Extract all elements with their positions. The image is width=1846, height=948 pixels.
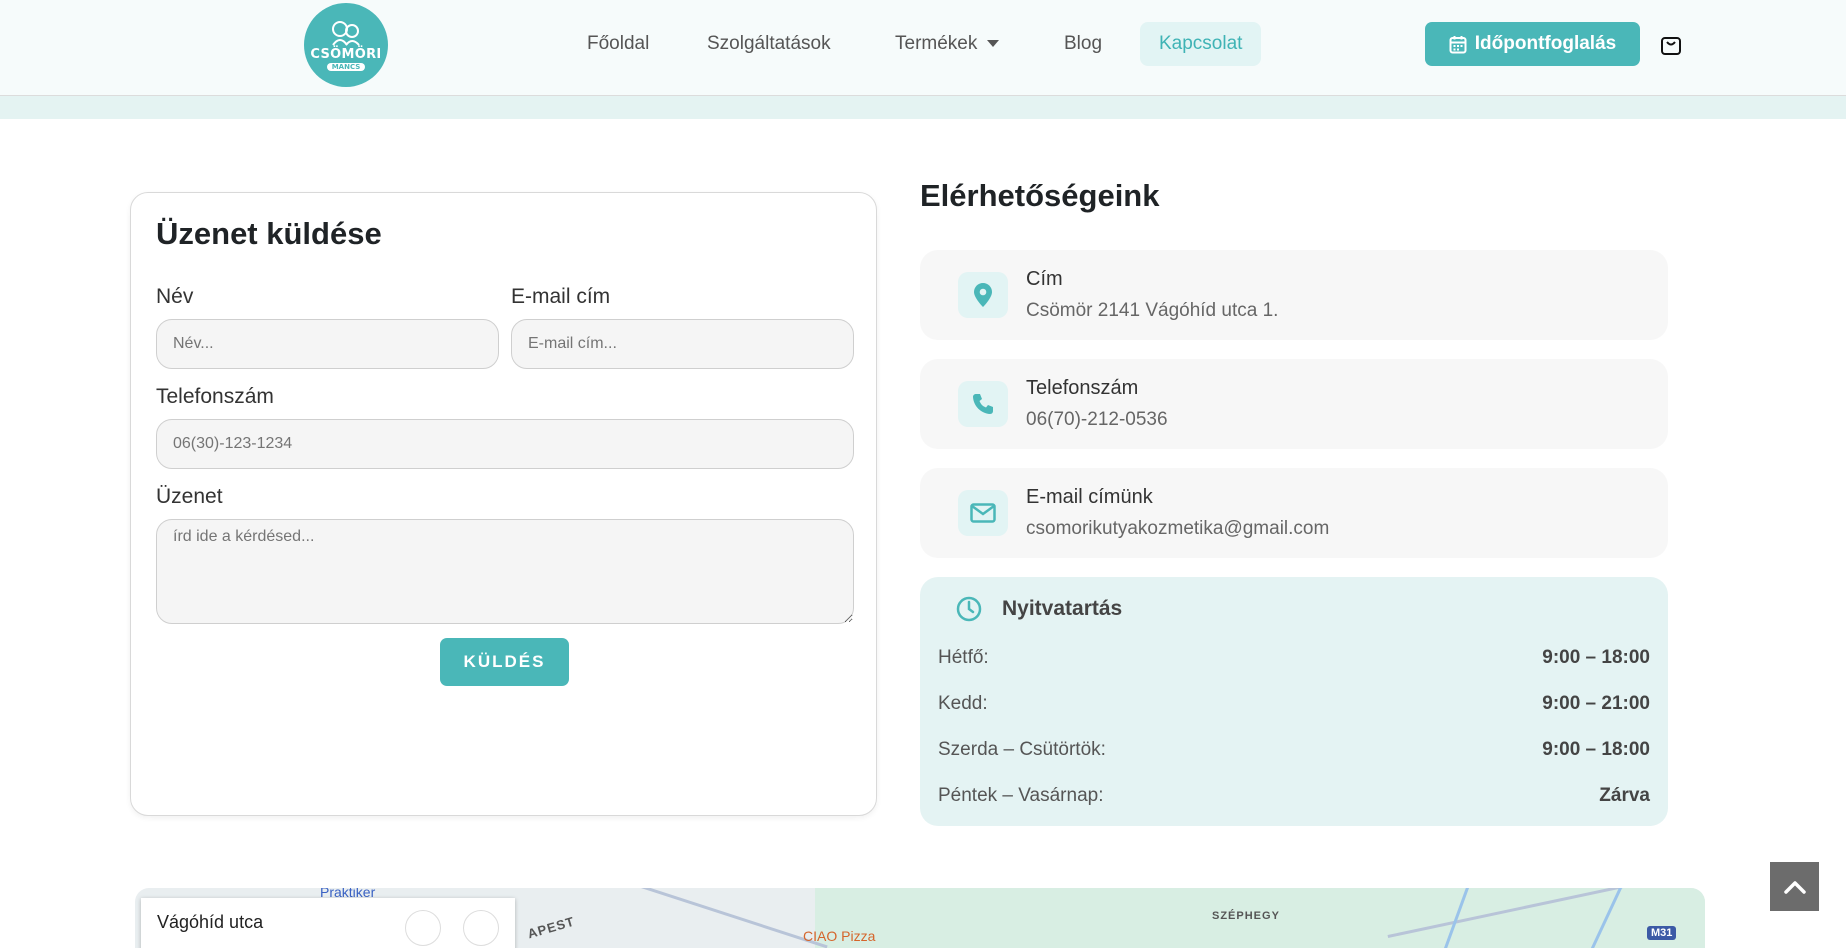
nav-item-termekek[interactable]: Termékek <box>895 22 1000 66</box>
phone-info-label: Telefonszám <box>1026 377 1139 399</box>
hours-day: Kedd: <box>938 693 988 714</box>
hours-time: 9:00 – 21:00 <box>1542 693 1650 714</box>
location-pin-icon <box>958 272 1008 318</box>
message-label: Üzenet <box>156 485 223 508</box>
booking-button-label: Időpontfoglalás <box>1474 33 1617 54</box>
clock-icon <box>956 596 982 622</box>
hours-title: Nyitvatartás <box>1002 597 1123 620</box>
opening-hours-card: Nyitvatartás Hétfő: 9:00 – 18:00 Kedd: 9… <box>920 577 1668 826</box>
phone-icon <box>958 381 1008 427</box>
map-label-szephegy: SZÉPHEGY <box>1212 910 1280 922</box>
email-input[interactable] <box>511 319 854 369</box>
scroll-to-top-button[interactable] <box>1770 862 1819 911</box>
hours-time: 9:00 – 18:00 <box>1542 647 1650 668</box>
hours-day: Hétfő: <box>938 647 989 668</box>
map-label-m31: M31 <box>1647 926 1677 940</box>
nav-item-blog[interactable]: Blog <box>1064 22 1102 66</box>
map-place-panel: Vágóhíd utca <box>141 898 515 948</box>
map-label-ciao-pizza: CIAO Pizza <box>803 928 876 944</box>
email-card: E-mail címünk csomorikutyakozmetika@gmai… <box>920 468 1668 558</box>
nav-item-termekek-label: Termékek <box>895 33 978 54</box>
shopping-bag-icon[interactable] <box>1660 32 1682 56</box>
logo[interactable]: CSÖMÖRI MANCS <box>304 3 388 87</box>
contact-title: Elérhetőségeink <box>920 178 1160 213</box>
booking-button[interactable]: Időpontfoglalás <box>1425 22 1640 66</box>
email-info-value[interactable]: csomorikutyakozmetika@gmail.com <box>1026 518 1329 540</box>
nav-item-fooldal[interactable]: Főoldal <box>587 22 649 66</box>
phone-card: Telefonszám 06(70)-212-0536 <box>920 359 1668 449</box>
hours-day: Szerda – Csütörtök: <box>938 739 1106 760</box>
address-label: Cím <box>1026 268 1063 290</box>
map-place-title: Vágóhíd utca <box>157 912 264 932</box>
hours-day: Péntek – Vasárnap: <box>938 785 1104 806</box>
header-accent-strip <box>0 96 1846 119</box>
nav-item-szolgaltatasok[interactable]: Szolgáltatások <box>707 22 831 66</box>
chevron-up-icon <box>1783 880 1806 894</box>
form-title: Üzenet küldése <box>156 216 382 251</box>
site-header: CSÖMÖRI MANCS Főoldal Szolgáltatások Ter… <box>0 0 1846 96</box>
contact-form-card: Üzenet küldése Név E-mail cím Telefonszá… <box>130 192 877 816</box>
nav-item-kapcsolat[interactable]: Kapcsolat <box>1140 22 1262 66</box>
address-value: Csömör 2141 Vágóhíd utca 1. <box>1026 300 1279 321</box>
logo-subtext: MANCS <box>326 62 366 71</box>
directions-icon[interactable] <box>463 910 499 946</box>
hours-time: 9:00 – 18:00 <box>1542 739 1650 760</box>
pet-silhouette-icon <box>332 20 360 46</box>
logo-text: CSÖMÖRI <box>310 46 382 62</box>
map-label-budapest: APEST <box>525 913 577 942</box>
email-info-label: E-mail címünk <box>1026 486 1153 508</box>
envelope-icon <box>958 490 1008 536</box>
google-map[interactable]: Praktiker APEST CIAO Pizza SZÉPHEGY M31 … <box>135 888 1705 948</box>
send-button[interactable]: KÜLDÉS <box>440 638 569 686</box>
hours-time: Zárva <box>1599 785 1650 806</box>
address-card: Cím Csömör 2141 Vágóhíd utca 1. <box>920 250 1668 340</box>
phone-label: Telefonszám <box>156 385 274 408</box>
chevron-down-icon <box>987 40 1000 48</box>
phone-input[interactable] <box>156 419 854 469</box>
email-label: E-mail cím <box>511 285 611 308</box>
open-in-maps-icon[interactable] <box>405 910 441 946</box>
phone-info-value[interactable]: 06(70)-212-0536 <box>1026 409 1168 431</box>
message-textarea[interactable] <box>156 519 854 624</box>
name-label: Név <box>156 285 194 308</box>
calendar-icon <box>1449 35 1467 53</box>
name-input[interactable] <box>156 319 499 369</box>
